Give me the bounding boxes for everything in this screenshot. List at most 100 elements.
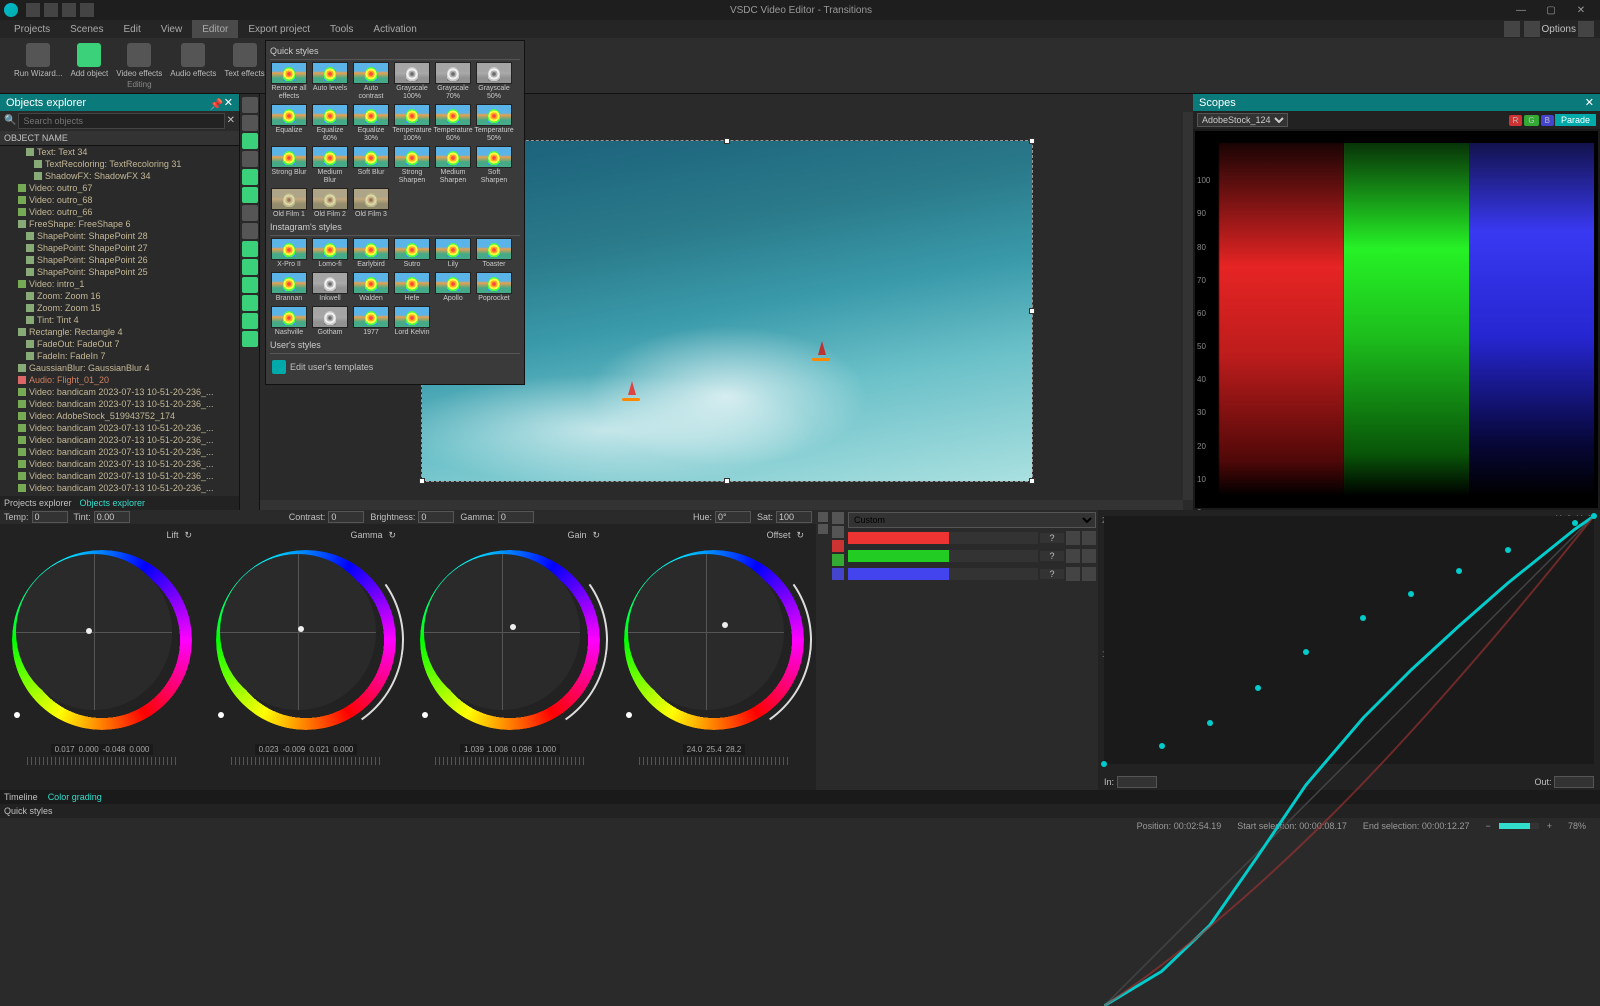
- style-thumb[interactable]: Medium Blur: [311, 146, 349, 185]
- tree-node[interactable]: ShapePoint: ShapePoint 27: [0, 242, 239, 254]
- close-button[interactable]: ✕: [1566, 5, 1596, 16]
- curve-point[interactable]: [1505, 547, 1511, 553]
- tree-node[interactable]: Video: intro_1: [0, 278, 239, 290]
- resize-handle[interactable]: [724, 478, 730, 484]
- style-thumb[interactable]: 1977: [352, 306, 390, 337]
- wheel-outer-handle[interactable]: [218, 712, 224, 718]
- audio-effects-button[interactable]: Audio effects: [170, 43, 216, 78]
- scope-g-badge[interactable]: G: [1524, 115, 1538, 126]
- style-thumb[interactable]: Strong Blur: [270, 146, 308, 185]
- curve-point[interactable]: [1408, 591, 1414, 597]
- rect-tool-icon[interactable]: [242, 169, 258, 185]
- curve-point[interactable]: [1456, 568, 1462, 574]
- help-icon[interactable]: [1578, 21, 1594, 37]
- tree-node[interactable]: Video: bandicam 2023-07-13 10-51-20-236_…: [0, 446, 239, 458]
- menu-edit[interactable]: Edit: [113, 20, 150, 38]
- panel-close-icon[interactable]: ✕: [1585, 96, 1594, 109]
- menu-projects[interactable]: Projects: [4, 20, 60, 38]
- wheel-slider[interactable]: [435, 757, 585, 765]
- tree-node[interactable]: TextRecoloring: TextRecoloring 31: [0, 158, 239, 170]
- vertical-scrollbar[interactable]: [1183, 112, 1193, 500]
- tree-node[interactable]: Rectangle: Rectangle 4: [0, 326, 239, 338]
- tree-node[interactable]: Video: bandicam 2023-07-13 10-51-20-236_…: [0, 422, 239, 434]
- link-icon[interactable]: [1066, 531, 1080, 545]
- pen-tool-icon[interactable]: [242, 151, 258, 167]
- style-thumb[interactable]: Temperature 60%: [434, 104, 472, 143]
- wheel-slider[interactable]: [27, 757, 177, 765]
- new-project-icon[interactable]: [26, 3, 40, 17]
- style-thumb[interactable]: Toaster: [475, 238, 513, 269]
- tree-node[interactable]: ShadowFX: ShadowFX 34: [0, 170, 239, 182]
- run-wizard-button[interactable]: Run Wizard...: [14, 43, 62, 78]
- gamma-input[interactable]: [498, 511, 534, 523]
- blue-slider[interactable]: [848, 568, 1038, 580]
- style-thumb[interactable]: Inkwell: [311, 272, 349, 303]
- picker-icon[interactable]: [832, 512, 844, 524]
- tree-node[interactable]: ShapePoint: ShapePoint 28: [0, 230, 239, 242]
- edit-templates-button[interactable]: Edit user's templates: [270, 356, 520, 378]
- wheel-handle[interactable]: [86, 628, 92, 634]
- curve-canvas[interactable]: [1104, 516, 1594, 764]
- tree-node[interactable]: GaussianBlur: GaussianBlur 4: [0, 362, 239, 374]
- gear-icon[interactable]: [1524, 21, 1540, 37]
- expand-icon[interactable]: [818, 512, 828, 522]
- style-thumb[interactable]: Old Film 3: [352, 188, 390, 219]
- reset-icon[interactable]: ↻: [796, 530, 804, 541]
- style-thumb[interactable]: Lord Kelvin: [393, 306, 431, 337]
- curve-point[interactable]: [1159, 743, 1165, 749]
- scope-mode-select[interactable]: Parade: [1555, 114, 1596, 126]
- wheel-outer-handle[interactable]: [422, 712, 428, 718]
- tree-node[interactable]: Zoom: Zoom 16: [0, 290, 239, 302]
- tab-color-grading[interactable]: Color grading: [48, 792, 102, 802]
- curve-in-input[interactable]: [1117, 776, 1157, 788]
- link-icon[interactable]: [1066, 567, 1080, 581]
- open-icon[interactable]: [44, 3, 58, 17]
- resize-handle[interactable]: [1029, 478, 1035, 484]
- hue-input[interactable]: [715, 511, 751, 523]
- save-icon[interactable]: [62, 3, 76, 17]
- tree-node[interactable]: ShapePoint: ShapePoint 26: [0, 254, 239, 266]
- shape-tool-icon[interactable]: [242, 133, 258, 149]
- style-thumb[interactable]: Strong Sharpen: [393, 146, 431, 185]
- menu-view[interactable]: View: [151, 20, 193, 38]
- style-thumb[interactable]: Temperature 50%: [475, 104, 513, 143]
- menu-scenes[interactable]: Scenes: [60, 20, 113, 38]
- temp-input[interactable]: [32, 511, 68, 523]
- menu-editor[interactable]: Editor: [192, 20, 238, 38]
- tree-node[interactable]: Video: outro_67: [0, 182, 239, 194]
- style-thumb[interactable]: X-Pro II: [270, 238, 308, 269]
- collapse-icon[interactable]: [818, 524, 828, 534]
- text-tool-icon[interactable]: [242, 205, 258, 221]
- scope-r-badge[interactable]: R: [1509, 115, 1523, 126]
- green-slider[interactable]: [848, 550, 1038, 562]
- brightness-input[interactable]: [418, 511, 454, 523]
- style-thumb[interactable]: Apollo: [434, 272, 472, 303]
- curve-point[interactable]: [1101, 761, 1107, 767]
- style-thumb[interactable]: Equalize: [270, 104, 308, 143]
- minimize-button[interactable]: —: [1506, 5, 1536, 16]
- counter-tool-icon[interactable]: [242, 295, 258, 311]
- clear-search-icon[interactable]: ✕: [225, 113, 237, 129]
- column-header[interactable]: OBJECT NAME: [0, 131, 239, 146]
- curve-out-input[interactable]: [1554, 776, 1594, 788]
- options-label[interactable]: Options: [1542, 24, 1576, 35]
- maximize-button[interactable]: ▢: [1536, 5, 1566, 16]
- tab-objects-explorer[interactable]: Objects explorer: [80, 498, 146, 508]
- tree-node[interactable]: Video: bandicam 2023-07-13 10-51-20-236_…: [0, 482, 239, 494]
- tooltip-tool-icon[interactable]: [242, 223, 258, 239]
- contrast-input[interactable]: [328, 511, 364, 523]
- tree-node[interactable]: Video: outro_68: [0, 194, 239, 206]
- resize-handle[interactable]: [419, 478, 425, 484]
- style-thumb[interactable]: Gotham: [311, 306, 349, 337]
- tab-projects-explorer[interactable]: Projects explorer: [4, 498, 72, 508]
- green-channel-icon[interactable]: [832, 554, 844, 566]
- red-slider[interactable]: [848, 532, 1038, 544]
- curve-point[interactable]: [1207, 720, 1213, 726]
- scope-b-badge[interactable]: B: [1541, 115, 1554, 126]
- style-thumb[interactable]: Lomo-fi: [311, 238, 349, 269]
- style-thumb[interactable]: Grayscale 50%: [475, 62, 513, 101]
- tree-node[interactable]: FreeShape: FreeShape 6: [0, 218, 239, 230]
- tree-node[interactable]: Video: bandicam 2023-07-13 10-51-20-236_…: [0, 470, 239, 482]
- pin-icon[interactable]: 📌: [210, 98, 220, 108]
- style-thumb[interactable]: Equalize 60%: [311, 104, 349, 143]
